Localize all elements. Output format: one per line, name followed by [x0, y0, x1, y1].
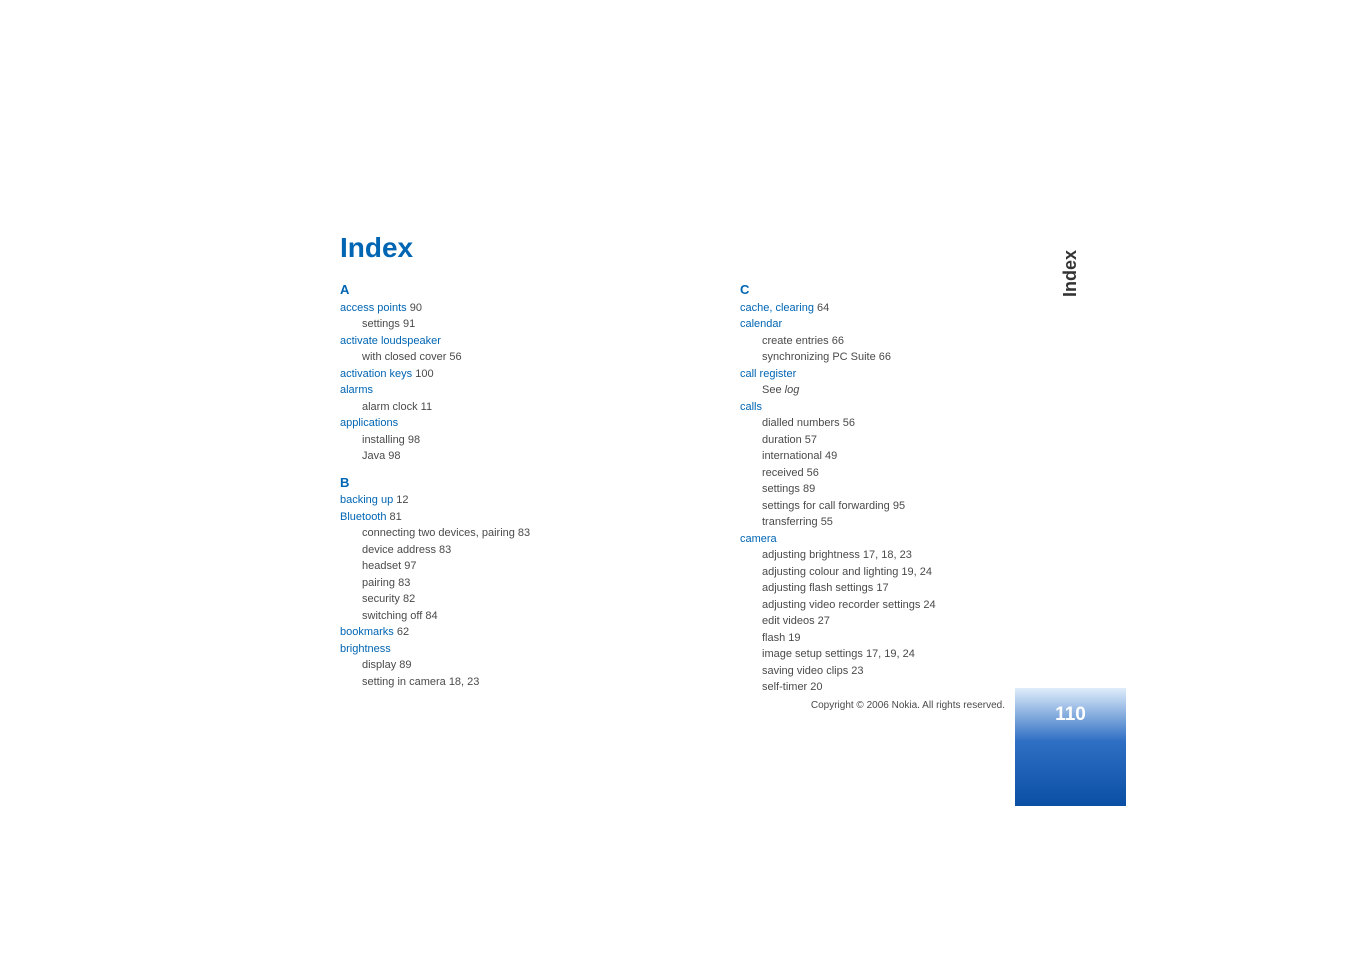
section-letter-a: A [340, 280, 620, 300]
index-entry: activate loudspeaker [340, 333, 620, 350]
index-subentry: headset 97 [362, 558, 620, 575]
index-subentry-see: See log [762, 382, 1020, 399]
index-subentry: Java 98 [362, 448, 620, 465]
index-column-1: A access points 90 settings 91 activate … [340, 272, 620, 690]
index-entry: call register [740, 366, 1020, 383]
index-subentry: adjusting brightness 17, 18, 23 [762, 547, 1020, 564]
index-subentry: edit videos 27 [762, 613, 1020, 630]
index-entry: calls [740, 399, 1020, 416]
index-term-link[interactable]: cache, clearing [740, 302, 814, 314]
index-subentry: synchronizing PC Suite 66 [762, 349, 1020, 366]
index-term-link[interactable]: alarms [340, 384, 373, 396]
side-tab-label: Index [1060, 250, 1081, 297]
page-title: Index [340, 232, 1020, 264]
page-ref: 64 [814, 302, 829, 314]
index-entry: backing up 12 [340, 492, 620, 509]
page-ref: 90 [407, 302, 422, 314]
index-term-link[interactable]: bookmarks [340, 626, 394, 638]
index-entry: activation keys 100 [340, 366, 620, 383]
index-entry: brightness [340, 641, 620, 658]
index-entry: alarms [340, 382, 620, 399]
index-subentry: adjusting flash settings 17 [762, 580, 1020, 597]
index-columns: A access points 90 settings 91 activate … [340, 272, 1020, 696]
page-ref: 12 [393, 494, 408, 506]
index-subentry: transferring 55 [762, 514, 1020, 531]
index-term-link[interactable]: activate loudspeaker [340, 335, 441, 347]
index-entry: calendar [740, 316, 1020, 333]
index-term-link[interactable]: Bluetooth [340, 511, 386, 523]
index-subentry: setting in camera 18, 23 [362, 674, 620, 691]
content-area: Index A access points 90 settings 91 act… [340, 232, 1020, 696]
index-subentry: international 49 [762, 448, 1020, 465]
index-subentry: create entries 66 [762, 333, 1020, 350]
index-subentry: settings 91 [362, 316, 620, 333]
index-subentry: self-timer 20 [762, 679, 1020, 696]
index-term-link[interactable]: applications [340, 417, 398, 429]
index-term-link[interactable]: backing up [340, 494, 393, 506]
page-root: Index 110 Index A access points 90 setti… [0, 0, 1351, 954]
page-number: 110 [1055, 704, 1086, 726]
index-subentry: flash 19 [762, 630, 1020, 647]
index-subentry: device address 83 [362, 542, 620, 559]
index-entry: applications [340, 415, 620, 432]
section-letter-b: B [340, 473, 620, 493]
index-subentry: image setup settings 17, 19, 24 [762, 646, 1020, 663]
index-subentry: installing 98 [362, 432, 620, 449]
index-subentry: with closed cover 56 [362, 349, 620, 366]
index-term-link[interactable]: activation keys [340, 368, 412, 380]
page-ref: 62 [394, 626, 409, 638]
index-term-link[interactable]: brightness [340, 643, 391, 655]
index-subentry: duration 57 [762, 432, 1020, 449]
index-subentry: saving video clips 23 [762, 663, 1020, 680]
index-entry: camera [740, 531, 1020, 548]
index-entry: bookmarks 62 [340, 624, 620, 641]
index-subentry: pairing 83 [362, 575, 620, 592]
page-number-block: 110 [1015, 688, 1126, 806]
copyright-text: Copyright © 2006 Nokia. All rights reser… [811, 700, 1005, 711]
index-subentry: dialled numbers 56 [762, 415, 1020, 432]
index-term-link[interactable]: camera [740, 533, 777, 545]
index-subentry: connecting two devices, pairing 83 [362, 525, 620, 542]
index-column-2: C cache, clearing 64 calendar create ent… [740, 272, 1020, 696]
section-letter-c: C [740, 280, 1020, 300]
side-tab: Index [1015, 150, 1126, 726]
index-entry: Bluetooth 81 [340, 509, 620, 526]
index-subentry: display 89 [362, 657, 620, 674]
index-term-link[interactable]: calls [740, 401, 762, 413]
index-term-link[interactable]: access points [340, 302, 407, 314]
index-subentry: adjusting video recorder settings 24 [762, 597, 1020, 614]
index-term-link[interactable]: calendar [740, 318, 782, 330]
index-subentry: received 56 [762, 465, 1020, 482]
page-ref: 81 [386, 511, 401, 523]
index-subentry: settings 89 [762, 481, 1020, 498]
index-subentry: security 82 [362, 591, 620, 608]
page-ref: 100 [412, 368, 433, 380]
index-entry: access points 90 [340, 300, 620, 317]
index-subentry: adjusting colour and lighting 19, 24 [762, 564, 1020, 581]
index-subentry: alarm clock 11 [362, 399, 620, 416]
see-target: log [785, 384, 800, 396]
see-prefix: See [762, 384, 785, 396]
index-term-link[interactable]: call register [740, 368, 796, 380]
index-entry: cache, clearing 64 [740, 300, 1020, 317]
index-subentry: switching off 84 [362, 608, 620, 625]
index-subentry: settings for call forwarding 95 [762, 498, 1020, 515]
